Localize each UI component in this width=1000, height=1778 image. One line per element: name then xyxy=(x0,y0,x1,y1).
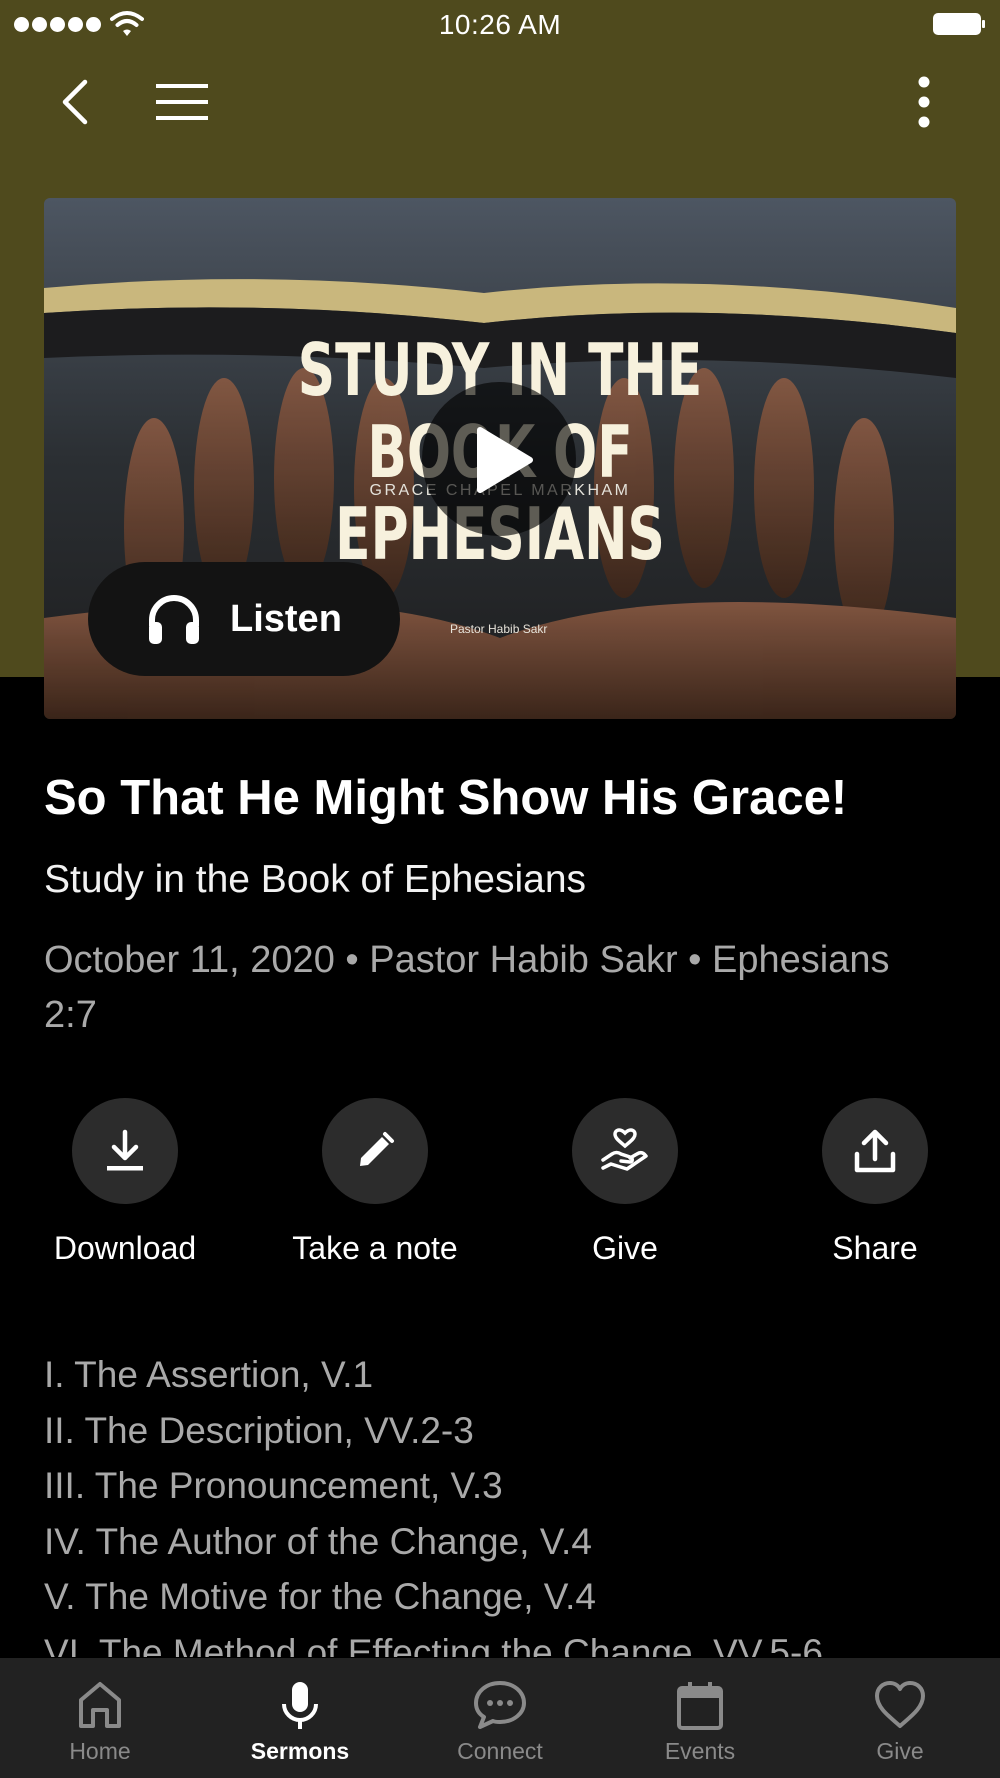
download-button[interactable]: Download xyxy=(0,1098,250,1267)
more-options-button[interactable] xyxy=(892,70,956,134)
headphones-icon xyxy=(149,595,199,644)
sermon-outline: I. The Assertion, V.1 II. The Descriptio… xyxy=(44,1347,956,1657)
battery-icon xyxy=(933,13,985,35)
tab-home[interactable]: Home xyxy=(0,1658,200,1778)
tab-sermons[interactable]: Sermons xyxy=(200,1658,400,1778)
play-button[interactable] xyxy=(422,382,576,536)
more-vertical-icon xyxy=(918,76,930,128)
microphone-icon xyxy=(282,1682,318,1729)
status-time: 10:26 AM xyxy=(438,9,562,40)
listen-button[interactable]: Listen xyxy=(88,562,400,676)
artwork-pastor-name: Pastor Habib Sakr xyxy=(450,622,548,636)
tab-events-label: Events xyxy=(664,1738,736,1764)
hamburger-icon xyxy=(156,84,208,120)
tab-connect-label: Connect xyxy=(457,1738,543,1764)
outline-item: I. The Assertion, V.1 xyxy=(44,1354,374,1395)
outline-item: VI. The Method of Effecting the Change, … xyxy=(44,1631,823,1657)
tab-home-label: Home xyxy=(69,1738,131,1764)
download-icon xyxy=(107,1129,143,1171)
home-icon xyxy=(79,1682,121,1728)
outline-item: III. The Pronouncement, V.3 xyxy=(44,1465,503,1507)
share-icon xyxy=(854,1129,896,1173)
take-note-button[interactable]: Take a note xyxy=(250,1098,500,1267)
chat-bubble-icon xyxy=(474,1681,526,1729)
sermon-title: So That He Might Show His Grace! xyxy=(44,771,848,825)
download-label: Download xyxy=(53,1230,197,1266)
take-note-label: Take a note xyxy=(292,1230,458,1266)
tab-events[interactable]: Events xyxy=(600,1658,800,1778)
outline-item: IV. The Author of the Change, V.4 xyxy=(44,1520,592,1562)
menu-button[interactable] xyxy=(150,70,214,134)
calendar-icon xyxy=(677,1682,723,1730)
sermon-meta: October 11, 2020 • Pastor Habib Sakr • E… xyxy=(44,939,890,1036)
chevron-left-icon xyxy=(62,79,88,125)
status-bar: 10:26 AM xyxy=(0,0,1000,50)
share-label: Share xyxy=(832,1230,918,1266)
tab-give[interactable]: Give xyxy=(800,1658,1000,1778)
tab-give-label: Give xyxy=(876,1738,924,1764)
back-button[interactable] xyxy=(42,70,106,134)
play-icon xyxy=(477,427,533,493)
tab-bar: Home Sermons Connect Events Give xyxy=(0,1658,1000,1778)
tab-connect[interactable]: Connect xyxy=(400,1658,600,1778)
tab-sermons-label: Sermons xyxy=(250,1738,350,1764)
share-button[interactable]: Share xyxy=(750,1098,1000,1267)
series-name: Study in the Book of Ephesians xyxy=(44,858,587,901)
give-action-button[interactable]: Give xyxy=(500,1098,750,1267)
outline-item: V. The Motive for the Change, V.4 xyxy=(44,1576,596,1618)
pencil-icon xyxy=(360,1132,394,1166)
heart-icon xyxy=(875,1681,925,1728)
heart-hand-icon xyxy=(601,1128,648,1171)
outline-item: II. The Description, VV.2-3 xyxy=(44,1409,474,1451)
listen-label: Listen xyxy=(230,597,342,640)
give-action-label: Give xyxy=(592,1230,658,1266)
